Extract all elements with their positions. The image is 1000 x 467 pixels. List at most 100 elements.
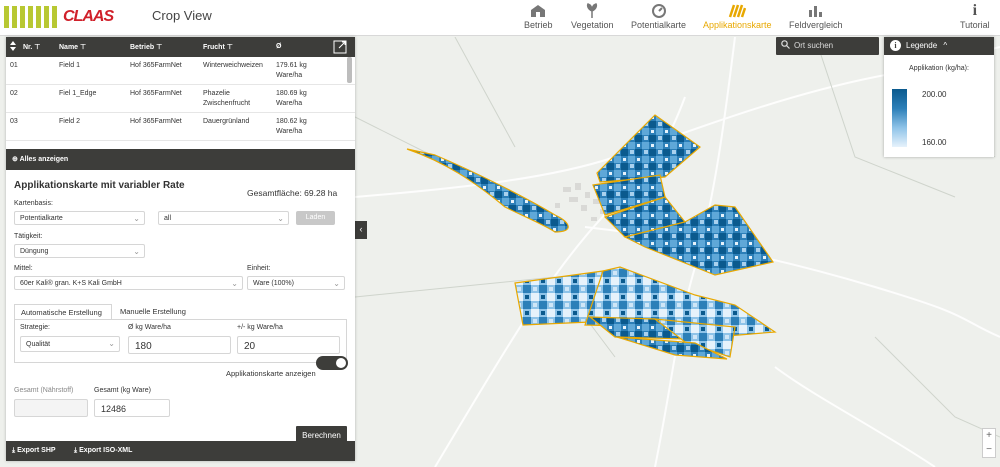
sort-icon[interactable]: [9, 40, 17, 54]
chevron-down-icon: ⌄: [333, 279, 340, 288]
zoom-control: + −: [982, 428, 996, 458]
select-value: Potentialkarte: [20, 215, 63, 222]
select-value: Düngung: [20, 248, 49, 255]
zoom-in-button[interactable]: +: [983, 429, 995, 443]
legend-unit: Applikation (kg/ha):: [909, 65, 969, 72]
download-icon: ⤓: [74, 447, 78, 454]
legend-max: 200.00: [922, 90, 947, 99]
info-icon: i: [890, 40, 901, 51]
cell-betrieb: Hof 365FarmNet: [130, 90, 182, 97]
table-scrollbar[interactable]: [347, 57, 352, 83]
nav-label: Vegetation: [571, 20, 614, 30]
fields-table-body: 01 Field 1 Hof 365FarmNet Winterweichwei…: [6, 57, 355, 141]
table-row[interactable]: 01 Field 1 Hof 365FarmNet Winterweichwei…: [6, 57, 355, 85]
fields-table-header: Nr. ⊤ Name ⊤ Betrieb ⊤ Frucht ⊤ Ø: [6, 37, 355, 57]
form-title: Applikationskarte mit variabler Rate: [14, 180, 185, 191]
export-footer: ⤓ Export SHP ⤓ Export ISO-XML: [6, 441, 355, 461]
nav-potentialkarte[interactable]: Potentialkarte: [631, 3, 686, 30]
nav-feldvergleich[interactable]: Feldvergleich: [789, 3, 843, 30]
col-label: Frucht: [203, 44, 225, 51]
delta-rate-input[interactable]: 20: [237, 336, 340, 354]
export-iso-button[interactable]: ⤓ Export ISO-XML: [74, 447, 132, 455]
application-map-icon: [728, 3, 747, 19]
zoom-out-button[interactable]: −: [983, 443, 995, 457]
cell-frucht: Dauergrünland: [203, 118, 250, 125]
show-map-toggle[interactable]: [316, 356, 348, 370]
info-icon: i: [972, 2, 978, 19]
filter-icon: ⊤: [226, 44, 233, 51]
delta-rate-label: +/- kg Ware/ha: [237, 324, 283, 331]
mittel-select[interactable]: 60er Kali® gran. K+S Kali GmbH ⌄: [14, 276, 243, 290]
legend-gradient: [892, 89, 907, 147]
col-nr[interactable]: Nr. ⊤: [23, 43, 40, 51]
load-button[interactable]: Laden: [296, 211, 335, 225]
select-value: Qualität: [26, 341, 51, 348]
kartenbasis-label: Kartenbasis:: [14, 200, 53, 207]
tab-manual[interactable]: Manuelle Erstellung: [120, 307, 186, 316]
total-goods-label: Gesamt (kg Ware): [94, 387, 151, 394]
kartenbasis-select[interactable]: Potentialkarte ⌄: [14, 211, 145, 225]
export-iso-label: Export ISO-XML: [79, 447, 133, 454]
nav-applikationskarte[interactable]: Applikationskarte: [703, 3, 772, 30]
col-betrieb[interactable]: Betrieb ⊤: [130, 43, 162, 51]
potential-icon: [650, 3, 668, 19]
cell-avg: 180.62 kg Ware/ha: [276, 118, 307, 135]
claas-logo: CLAAS: [63, 8, 114, 25]
nav-betrieb[interactable]: Betrieb: [524, 3, 553, 30]
col-frucht[interactable]: Frucht ⊤: [203, 43, 233, 51]
col-name[interactable]: Name ⊤: [59, 43, 86, 51]
chevron-down-icon: ⌄: [277, 214, 284, 223]
filter-icon: ⊤: [80, 44, 87, 51]
legend-min: 160.00: [922, 138, 947, 147]
filter-select[interactable]: all ⌄: [158, 211, 289, 225]
tab-automatic[interactable]: Automatische Erstellung: [14, 304, 112, 320]
mittel-label: Mittel:: [14, 265, 33, 272]
nav-label: Feldvergleich: [789, 20, 843, 30]
cell-avg: 180.69 kg Ware/ha: [276, 90, 307, 107]
total-area: Gesamtfläche: 69.28 ha: [247, 188, 338, 198]
taetigkeit-select[interactable]: Düngung ⌄: [14, 244, 145, 258]
cell-nr: 02: [10, 90, 18, 97]
legend-header[interactable]: i Legende ^: [884, 37, 994, 55]
cell-avg: 179.61 kg Ware/ha: [276, 62, 307, 79]
export-shp-button[interactable]: ⤓ Export SHP: [12, 447, 56, 455]
table-row[interactable]: 03 Field 2 Hof 365FarmNet Dauergrünland …: [6, 113, 355, 141]
barn-icon: [529, 3, 547, 19]
nav-tutorial[interactable]: i Tutorial: [960, 2, 990, 30]
brand-stripes-logo: [4, 6, 60, 28]
legend-title: Legende: [906, 41, 938, 50]
cell-nr: 01: [10, 62, 18, 69]
total-goods-field: 12486: [94, 399, 170, 417]
einheit-select[interactable]: Ware (100%) ⌄: [247, 276, 345, 290]
show-all-label: Alles anzeigen: [19, 156, 69, 163]
cell-name: Field 2: [59, 118, 81, 125]
col-avg[interactable]: Ø: [276, 43, 281, 50]
search-icon: [781, 40, 790, 51]
application-form: Applikationskarte mit variabler Rate Ges…: [6, 170, 355, 451]
nav-vegetation[interactable]: Vegetation: [571, 3, 614, 30]
nav-label: Potentialkarte: [631, 20, 687, 30]
plant-icon: [583, 3, 601, 19]
compare-chart-icon: [807, 3, 825, 19]
top-bar: CLAAS Crop View Betrieb Vegetation Poten…: [0, 0, 1000, 36]
avg-rate-label: Ø kg Ware/ha: [128, 324, 171, 331]
select-value: 60er Kali® gran. K+S Kali GmbH: [20, 280, 122, 287]
taetigkeit-label: Tätigkeit:: [14, 233, 43, 240]
col-label: Betrieb: [130, 44, 155, 51]
chevron-down-icon: ⌄: [108, 339, 115, 348]
total-nutrient-field: [14, 399, 88, 417]
nav-label: Tutorial: [960, 20, 990, 30]
table-row[interactable]: 02 Fiel 1_Edge Hof 365FarmNet Phazelie Z…: [6, 85, 355, 113]
col-label: Name: [59, 44, 79, 51]
avg-rate-input[interactable]: 180: [128, 336, 231, 354]
app-title: Crop View: [152, 8, 212, 23]
select-value: Ware (100%): [253, 280, 294, 287]
expand-table-icon[interactable]: [333, 40, 347, 56]
cell-frucht: Phazelie Zwischenfrucht: [203, 90, 251, 107]
filter-icon: ⊤: [156, 44, 163, 51]
legend-panel: i Legende ^ Applikation (kg/ha): 200.00 …: [884, 37, 994, 157]
strategie-select[interactable]: Qualität ⌄: [20, 336, 120, 352]
location-search-input[interactable]: Ort suchen: [776, 37, 879, 55]
show-all-button[interactable]: ⊕ Alles anzeigen: [6, 149, 355, 170]
collapse-panel-button[interactable]: ‹: [355, 221, 367, 239]
